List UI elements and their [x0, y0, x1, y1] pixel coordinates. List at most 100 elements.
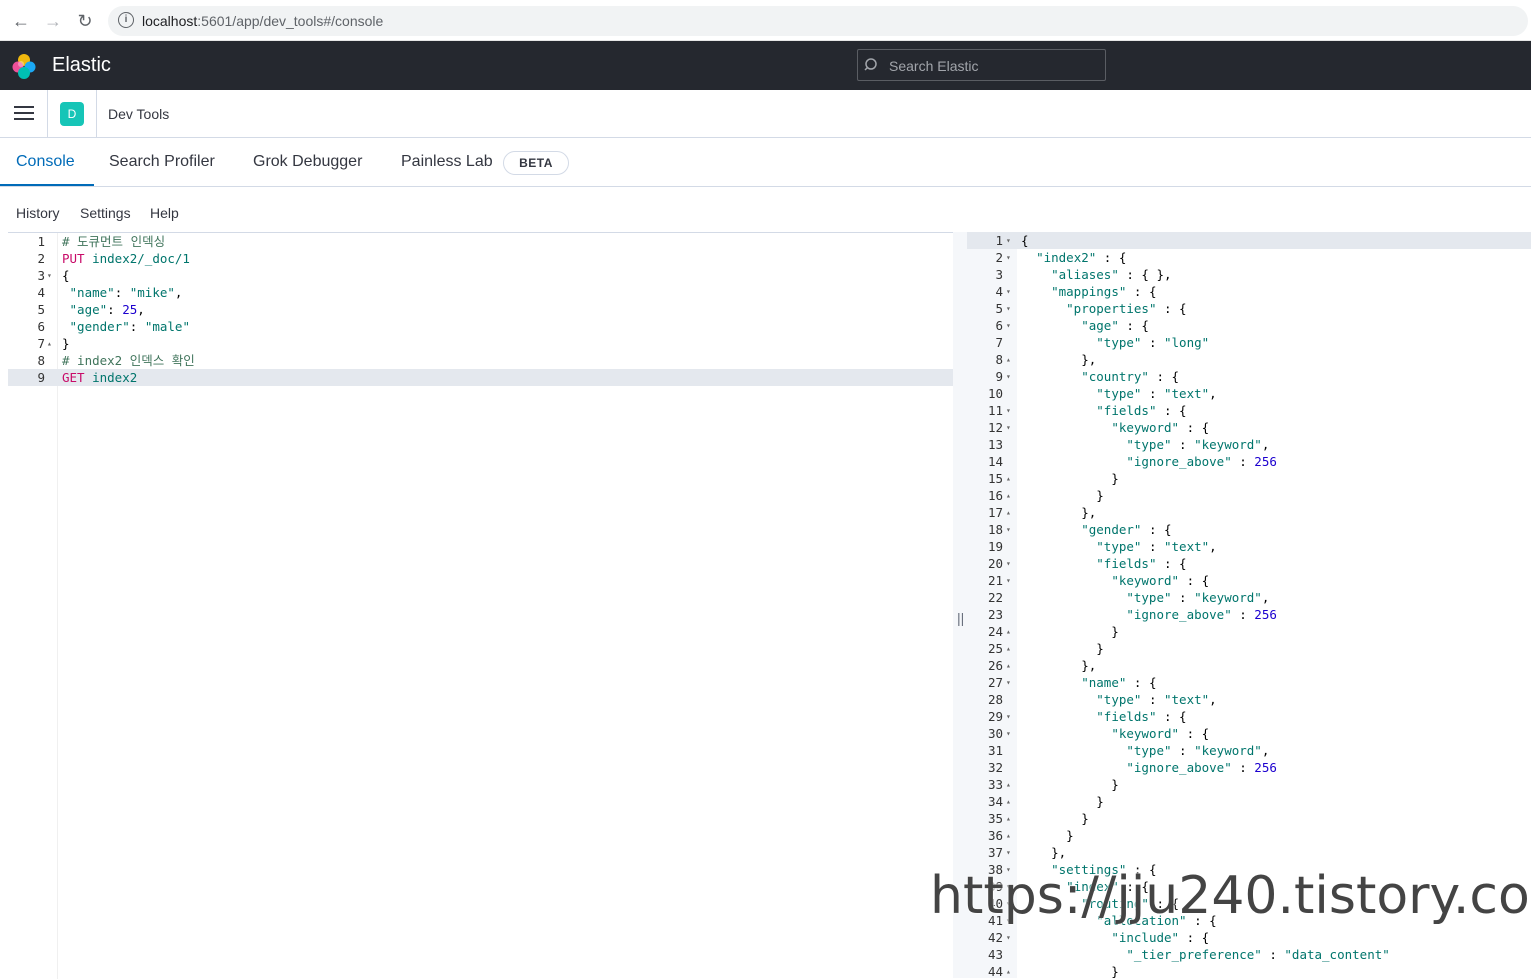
response-line: 9 ▾ "country" : { [967, 368, 1531, 385]
tab-painless-lab[interactable]: Painless Lab [401, 153, 493, 171]
code-text: "ignore_above" : 256 [1126, 760, 1277, 775]
help-link[interactable]: Help [150, 205, 179, 221]
fold-toggle-icon[interactable]: ▴ [47, 335, 57, 352]
request-line[interactable]: 5 "age": 25, [8, 301, 953, 318]
code-text: "_tier_preference" : "data_content" [1126, 947, 1390, 962]
fold-toggle-icon[interactable]: ▴ [1006, 793, 1016, 810]
line-number: 28 [987, 692, 1003, 707]
fold-toggle-icon[interactable]: ▾ [1006, 844, 1016, 861]
fold-toggle-icon[interactable]: ▴ [1006, 470, 1016, 487]
request-line[interactable]: 4 "name": "mike", [8, 284, 953, 301]
code-text: "mappings" : { [1051, 284, 1157, 299]
active-tab-indicator [0, 184, 94, 186]
line-number: 8 [995, 352, 1003, 367]
global-search-input[interactable]: Search Elastic [857, 49, 1106, 81]
request-line[interactable]: 1 # 도큐먼트 인덱싱 [8, 233, 953, 250]
back-icon[interactable]: ← [10, 10, 32, 32]
code-text: PUT index2/_doc/1 [62, 251, 190, 266]
line-number: 7 [37, 336, 45, 351]
line-number: 9 [995, 369, 1003, 384]
fold-toggle-icon[interactable]: ▾ [1006, 368, 1016, 385]
tab-grok-debugger[interactable]: Grok Debugger [253, 153, 362, 171]
app-badge[interactable]: D [60, 102, 84, 126]
fold-toggle-icon[interactable]: ▾ [1006, 402, 1016, 419]
fold-toggle-icon[interactable]: ▾ [1006, 674, 1016, 691]
fold-toggle-icon[interactable]: ▾ [47, 267, 57, 284]
fold-toggle-icon[interactable]: ▾ [1006, 929, 1016, 946]
fold-toggle-icon[interactable]: ▾ [1006, 249, 1016, 266]
response-line: 33 ▴ } [967, 776, 1531, 793]
fold-toggle-icon[interactable]: ▴ [1006, 776, 1016, 793]
line-number: 5 [37, 302, 45, 317]
response-line: 34 ▴ } [967, 793, 1531, 810]
reload-icon[interactable]: ↻ [74, 10, 96, 32]
response-line: 18 ▾ "gender" : { [967, 521, 1531, 538]
fold-toggle-icon[interactable]: ▴ [1006, 827, 1016, 844]
fold-toggle-icon[interactable]: ▾ [1006, 317, 1016, 334]
fold-toggle-icon[interactable]: ▴ [1006, 351, 1016, 368]
code-text: # 도큐먼트 인덱싱 [62, 234, 166, 249]
menu-icon[interactable] [14, 106, 34, 122]
code-text: "aliases" : { }, [1051, 267, 1172, 282]
request-line[interactable]: 7 ▴} [8, 335, 953, 352]
fold-toggle-icon[interactable]: ▾ [1006, 555, 1016, 572]
request-line[interactable]: 8 # index2 인덱스 확인 [8, 352, 953, 369]
line-number: 44 [987, 964, 1003, 978]
fold-toggle-icon[interactable]: ▴ [1006, 623, 1016, 640]
line-number: 14 [987, 454, 1003, 469]
code-text: "ignore_above" : 256 [1126, 607, 1277, 622]
forward-icon[interactable]: → [42, 10, 64, 32]
code-text: "type" : "keyword", [1126, 437, 1270, 452]
fold-toggle-icon[interactable]: ▴ [1006, 504, 1016, 521]
tab-search-profiler[interactable]: Search Profiler [109, 153, 215, 171]
address-bar[interactable]: i localhost:5601/app/dev_tools#/console [108, 6, 1528, 36]
fold-toggle-icon[interactable]: ▴ [1006, 963, 1016, 978]
history-link[interactable]: History [16, 205, 60, 221]
fold-toggle-icon[interactable]: ▾ [1006, 300, 1016, 317]
settings-link[interactable]: Settings [80, 205, 131, 221]
request-line[interactable]: 6 "gender": "male" [8, 318, 953, 335]
url-text[interactable]: localhost:5601/app/dev_tools#/console [142, 13, 383, 29]
code-text: "keyword" : { [1111, 420, 1210, 435]
code-text: } [62, 336, 70, 351]
info-icon[interactable]: i [118, 12, 134, 28]
code-text: "type" : "long" [1096, 335, 1210, 350]
fold-toggle-icon[interactable]: ▴ [1006, 640, 1016, 657]
request-line[interactable]: 2 PUT index2/_doc/1 [8, 250, 953, 267]
tab-console[interactable]: Console [16, 153, 75, 171]
fold-toggle-icon[interactable]: ▾ [1006, 232, 1016, 249]
code-text: "type" : "keyword", [1126, 743, 1270, 758]
code-text: "type" : "keyword", [1126, 590, 1270, 605]
line-number: 6 [995, 318, 1003, 333]
breadcrumb-dev-tools[interactable]: Dev Tools [108, 106, 169, 122]
code-text: } [1021, 777, 1119, 792]
request-line[interactable]: 9 GET index2 [8, 369, 953, 386]
line-number: 26 [987, 658, 1003, 673]
request-editor[interactable]: 1 # 도큐먼트 인덱싱 2 PUT index2/_doc/1 3 ▾ {4 "name"… [8, 232, 953, 979]
code-text: }, [1021, 845, 1067, 860]
line-number: 31 [987, 743, 1003, 758]
code-text: "type" : "text", [1096, 539, 1217, 554]
url-host: localhost [142, 13, 198, 29]
fold-toggle-icon[interactable]: ▾ [1006, 725, 1016, 742]
fold-toggle-icon[interactable]: ▾ [1006, 572, 1016, 589]
response-line: 1 ▾ { [967, 232, 1531, 249]
fold-toggle-icon[interactable]: ▾ [1006, 521, 1016, 538]
code-text: "gender" : { [1081, 522, 1172, 537]
code-text: "age" : { [1081, 318, 1149, 333]
response-line: 17 ▴ }, [967, 504, 1531, 521]
fold-toggle-icon[interactable]: ▾ [1006, 419, 1016, 436]
line-number: 21 [987, 573, 1003, 588]
fold-toggle-icon[interactable]: ▴ [1006, 810, 1016, 827]
elastic-logo-icon[interactable] [11, 53, 37, 79]
line-number: 12 [987, 420, 1003, 435]
fold-toggle-icon[interactable]: ▾ [1006, 708, 1016, 725]
line-number: 8 [37, 353, 45, 368]
request-line[interactable]: 3 ▾ { [8, 267, 953, 284]
code-text: } [1021, 624, 1119, 639]
fold-toggle-icon[interactable]: ▾ [1006, 283, 1016, 300]
url-path: :5601/app/dev_tools#/console [197, 13, 384, 29]
fold-toggle-icon[interactable]: ▴ [1006, 487, 1016, 504]
resize-handle-icon[interactable]: || [957, 610, 964, 626]
fold-toggle-icon[interactable]: ▴ [1006, 657, 1016, 674]
